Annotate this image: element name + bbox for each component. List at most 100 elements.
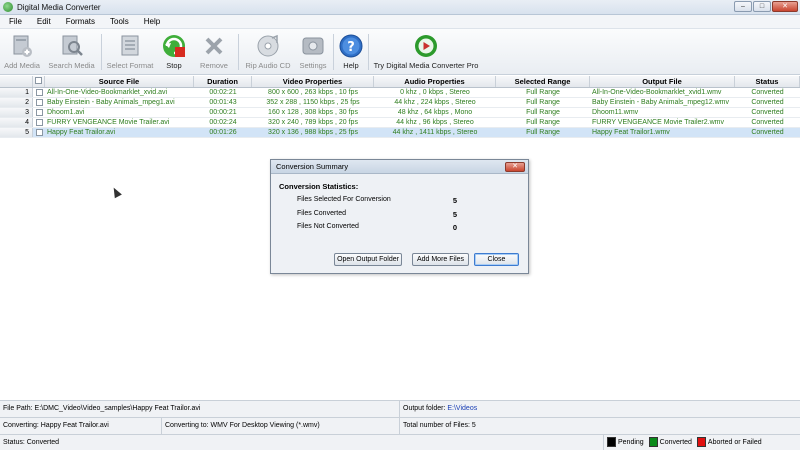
stat-files-not-converted: Files Not Converted 0 — [297, 223, 457, 232]
dialog-title-bar: Conversion Summary — [271, 160, 528, 174]
select-format-icon — [121, 35, 139, 56]
help-icon: ? — [339, 34, 363, 58]
row-checkbox[interactable] — [33, 88, 45, 97]
header-selected-range[interactable]: Selected Range — [496, 76, 590, 87]
output-folder-link[interactable]: E:\Videos — [447, 405, 477, 412]
remove-icon — [205, 37, 223, 55]
select-format-label: Select Format — [106, 61, 154, 70]
row-checkbox[interactable] — [33, 108, 45, 117]
menu-tools[interactable]: Tools — [101, 17, 135, 26]
cell-selected-range: Full Range — [526, 109, 560, 116]
table-row[interactable]: 1 All-In-One-Video-Bookmarklet_xvid.avi … — [0, 88, 800, 98]
remove-button[interactable]: Remove — [192, 29, 236, 73]
stat-label: Files Not Converted — [297, 223, 359, 230]
cell-status: Converted — [751, 89, 784, 96]
dialog-close-icon[interactable]: ✕ — [505, 162, 525, 172]
settings-button[interactable]: Settings — [295, 29, 331, 73]
menu-help[interactable]: Help — [135, 17, 166, 26]
help-button[interactable]: ? Help — [336, 29, 366, 73]
cell-video-properties: 352 x 288 , 1150 kbps , 25 fps — [266, 99, 360, 106]
cell-audio-properties: 44 khz , 1411 kbps , Stereo — [392, 129, 478, 136]
header-output-file[interactable]: Output File — [590, 76, 735, 87]
cell-output-file: Dhoom11.wmv — [592, 109, 639, 116]
add-media-button[interactable]: Add Media — [0, 29, 44, 73]
rip-audio-cd-label: Rip Audio CD — [245, 61, 291, 70]
converting-value: Happy Feat Trailor.avi — [40, 422, 109, 429]
cell-audio-properties: 0 khz , 0 kbps , Stereo — [400, 89, 470, 96]
open-output-folder-button[interactable]: Open Output Folder — [334, 253, 402, 266]
row-number: 3 — [0, 108, 33, 117]
header-video-properties[interactable]: Video Properties — [252, 76, 374, 87]
remove-label: Remove — [200, 61, 228, 70]
converting-to-label: Converting to: — [165, 422, 209, 429]
table-row[interactable]: 2 Baby Einstein - Baby Animals_mpeg1.avi… — [0, 98, 800, 108]
cell-output-file: All-In-One-Video-Bookmarklet_xvid1.wmv — [592, 89, 722, 96]
cell-status: Converted — [751, 119, 784, 126]
cell-video-properties: 320 x 240 , 789 kbps , 20 fps — [268, 119, 358, 126]
cell-duration: 00:02:21 — [209, 89, 237, 96]
total-files-field: Total number of Files: 5 — [400, 418, 800, 435]
header-source-file[interactable]: Source File — [45, 76, 194, 87]
cell-selected-range: Full Range — [526, 99, 560, 106]
legend-pending-swatch — [607, 437, 616, 448]
close-window-button[interactable]: ✕ — [772, 1, 798, 12]
header-status[interactable]: Status — [735, 76, 800, 87]
header-row-number — [0, 76, 33, 87]
svg-text:?: ? — [347, 40, 355, 55]
add-media-label: Add Media — [4, 61, 40, 70]
legend-converted-swatch — [648, 437, 658, 448]
window-title: Digital Media Converter — [17, 2, 101, 12]
row-checkbox[interactable] — [33, 118, 45, 127]
cell-status: Converted — [751, 129, 784, 136]
menu-edit[interactable]: Edit — [28, 17, 57, 26]
table-row[interactable]: 4 FURRY VENGEANCE Movie Trailer.avi 00:0… — [0, 118, 800, 128]
maximize-button[interactable]: □ — [753, 1, 771, 12]
cell-source-file: Happy Feat Trailor.avi — [47, 129, 116, 136]
try-pro-label: Try Digital Media Converter Pro — [373, 61, 479, 70]
cell-selected-range: Full Range — [526, 129, 560, 136]
conversion-summary-dialog: Conversion Summary ✕ Conversion Statisti… — [270, 159, 529, 274]
row-checkbox[interactable] — [33, 128, 45, 137]
table-row[interactable]: 3 Dhoom1.avi 00:00:21 160 x 128 , 308 kb… — [0, 108, 800, 118]
minimize-button[interactable]: – — [734, 1, 752, 12]
cell-audio-properties: 44 khz , 224 kbps , Stereo — [394, 99, 476, 106]
toolbar: Add Media Search Media Select Format Sto… — [0, 29, 800, 75]
row-checkbox[interactable] — [33, 98, 45, 107]
close-button[interactable]: Close — [474, 253, 519, 266]
cell-duration: 00:01:43 — [209, 99, 237, 106]
rip-audio-cd-icon — [257, 34, 279, 57]
table-row-selected[interactable]: 5 Happy Feat Trailor.avi 00:01:26 320 x … — [0, 128, 800, 138]
output-folder-label: Output folder: — [403, 405, 446, 412]
header-select-all-checkbox[interactable] — [33, 76, 45, 87]
cell-source-file: Baby Einstein - Baby Animals_mpeg1.avi — [47, 99, 175, 106]
converting-to-field: Converting to: WMV For Desktop Viewing (… — [162, 418, 400, 435]
search-media-button[interactable]: Search Media — [44, 29, 99, 73]
header-duration[interactable]: Duration — [194, 76, 252, 87]
cell-source-file: FURRY VENGEANCE Movie Trailer.avi — [47, 119, 170, 126]
row-number: 1 — [0, 88, 33, 97]
converting-field: Converting: Happy Feat Trailor.avi — [0, 418, 162, 435]
legend-failed-swatch — [696, 437, 706, 448]
menu-formats[interactable]: Formats — [57, 17, 101, 26]
try-pro-button[interactable]: Try Digital Media Converter Pro — [371, 29, 481, 73]
cell-status: Converted — [751, 109, 784, 116]
cell-duration: 00:02:24 — [209, 119, 237, 126]
header-audio-properties[interactable]: Audio Properties — [374, 76, 496, 87]
conversion-statistics-heading: Conversion Statistics: — [279, 182, 359, 191]
dmc-pro-logo-icon — [415, 35, 437, 57]
select-format-button[interactable]: Select Format — [104, 29, 156, 73]
settings-label: Settings — [299, 61, 327, 70]
cell-output-file: FURRY VENGEANCE Movie Trailer2.wmv — [592, 119, 724, 126]
status-area: File Path: E:\DMC_Video\Video_samples\Ha… — [0, 400, 800, 450]
cell-selected-range: Full Range — [526, 89, 560, 96]
stop-button[interactable]: Stop — [156, 29, 192, 73]
stat-label: Files Selected For Conversion — [297, 196, 391, 203]
menu-file[interactable]: File — [0, 17, 28, 26]
stop-label: Stop — [166, 61, 182, 70]
add-more-files-button[interactable]: Add More Files — [412, 253, 469, 266]
cell-audio-properties: 44 khz , 96 kbps , Stereo — [396, 119, 474, 126]
cell-source-file: All-In-One-Video-Bookmarklet_xvid.avi — [47, 89, 168, 96]
grid-header: Source File Duration Video Properties Au… — [0, 76, 800, 88]
rip-audio-cd-button[interactable]: Rip Audio CD — [241, 29, 295, 73]
add-media-icon — [13, 35, 32, 57]
